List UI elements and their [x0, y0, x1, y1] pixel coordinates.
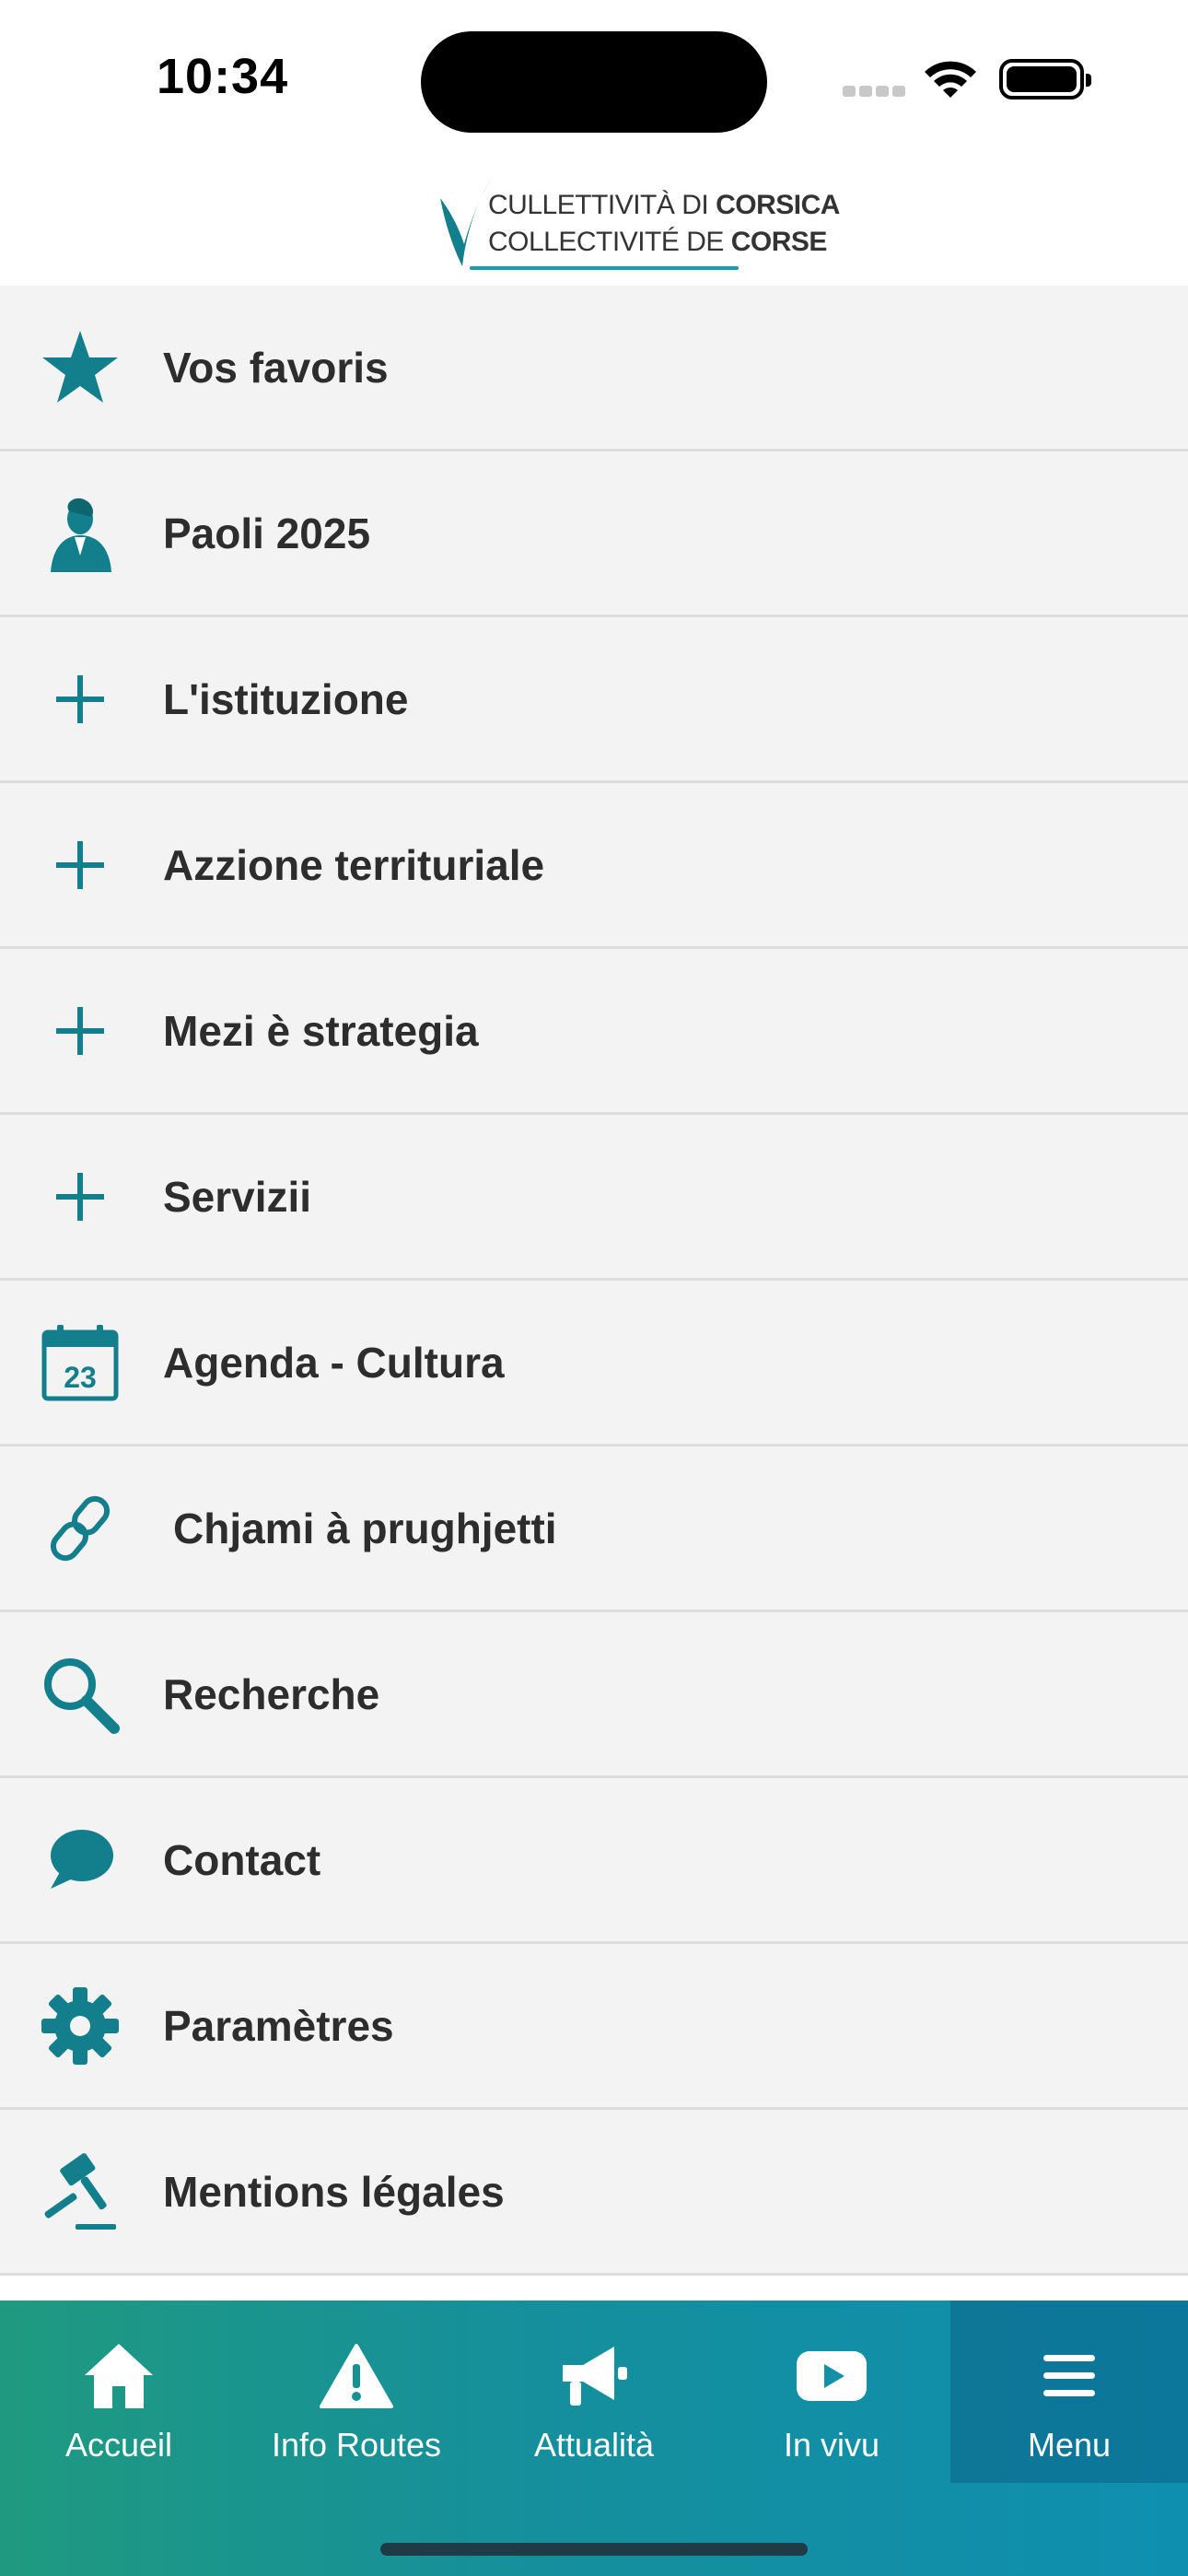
logo-line1-bold: CORSICA	[716, 190, 840, 220]
logo-line-2: COLLECTIVITÉ DE CORSE	[488, 224, 840, 261]
menu-item-label: Azzione territuriale	[163, 840, 545, 889]
tab-menu[interactable]: Menu	[950, 2301, 1188, 2483]
plus-icon	[39, 1155, 122, 1238]
menu-item-servizii[interactable]: Servizii	[0, 1115, 1188, 1281]
warning-icon	[320, 2339, 393, 2413]
battery-icon	[999, 59, 1091, 100]
menu-item-paoli-2025[interactable]: Paoli 2025	[0, 451, 1188, 617]
cellular-signal-icon	[843, 85, 909, 101]
menu-item-azzione-territuriale[interactable]: Azzione territuriale	[0, 783, 1188, 949]
plus-icon	[39, 658, 122, 741]
logo-line-1: CULLETTIVITÀ DI CORSICA	[488, 187, 840, 224]
tab-label: Info Routes	[271, 2426, 442, 2464]
plus-icon	[39, 824, 122, 907]
menu-item-label: Contact	[163, 1835, 321, 1884]
tab-label: Menu	[1027, 2426, 1112, 2464]
menu-item-label: Mentions légales	[163, 2167, 505, 2216]
menu-item-label: Agenda - Cultura	[163, 1338, 505, 1387]
home-indicator[interactable]	[380, 2543, 808, 2556]
logo-line2-light: COLLECTIVITÉ DE	[488, 227, 724, 257]
tab-accueil[interactable]: Accueil	[0, 2301, 238, 2483]
megaphone-icon	[557, 2339, 631, 2413]
menu-item-label: Chjami à prughjetti	[173, 1504, 557, 1552]
menu-item-mezi-strategia[interactable]: Mezi è strategia	[0, 949, 1188, 1115]
menu-item-label: Vos favoris	[163, 343, 389, 392]
tab-label: Accueil	[64, 2426, 173, 2464]
gavel-icon	[39, 2150, 122, 2233]
calendar-icon: 23	[39, 1321, 122, 1404]
plus-icon	[39, 989, 122, 1072]
tab-in-vivu[interactable]: In vivu	[713, 2301, 950, 2483]
collectivite-de-corse-logo: CULLETTIVITÀ DI CORSICA COLLECTIVITÉ DE …	[433, 170, 840, 272]
status-bar: 10:34	[0, 0, 1188, 157]
menu-item-recherche[interactable]: Recherche	[0, 1612, 1188, 1778]
dynamic-island	[421, 31, 767, 133]
wifi-icon	[925, 61, 976, 98]
search-icon	[39, 1653, 122, 1736]
side-menu-list: Vos favoris Paoli 2025 L'istituzione Azz…	[0, 286, 1188, 2276]
menu-item-favoris[interactable]: Vos favoris	[0, 286, 1188, 451]
tab-attualita[interactable]: Attualità	[475, 2301, 713, 2483]
logo-line1-light: CULLETTIVITÀ DI	[488, 190, 709, 220]
tab-info-routes[interactable]: Info Routes	[238, 2301, 475, 2483]
logo-underline	[470, 266, 739, 270]
tab-label: In vivu	[783, 2426, 880, 2464]
portrait-icon	[39, 492, 122, 575]
menu-item-contact[interactable]: Contact	[0, 1778, 1188, 1944]
status-time: 10:34	[157, 49, 289, 104]
link-icon	[39, 1487, 122, 1570]
play-icon	[795, 2339, 868, 2413]
tab-label: Attualità	[533, 2426, 655, 2464]
menu-item-parametres[interactable]: Paramètres	[0, 1944, 1188, 2110]
menu-item-label: Paoli 2025	[163, 509, 371, 557]
menu-item-label: L'istituzione	[163, 674, 409, 723]
menu-item-istituzione[interactable]: L'istituzione	[0, 617, 1188, 783]
menu-item-mentions-legales[interactable]: Mentions légales	[0, 2110, 1188, 2276]
menu-item-label: Mezi è strategia	[163, 1006, 479, 1055]
star-icon	[39, 326, 122, 409]
menu-item-label: Paramètres	[163, 2001, 394, 2050]
menu-item-chjami-prughjetti[interactable]: Chjami à prughjetti	[0, 1446, 1188, 1612]
bottom-tab-bar: Accueil Info Routes Attualità In vivu Me…	[0, 2301, 1188, 2576]
menu-item-label: Recherche	[163, 1669, 380, 1718]
speech-bubble-icon	[39, 1819, 122, 1902]
home-icon	[83, 2339, 155, 2413]
gear-icon	[39, 1985, 122, 2067]
hamburger-icon	[1042, 2339, 1097, 2413]
menu-item-agenda-cultura[interactable]: 23 Agenda - Cultura	[0, 1281, 1188, 1446]
calendar-day: 23	[64, 1361, 97, 1394]
logo-line2-bold: CORSE	[730, 227, 828, 257]
menu-item-label: Servizii	[163, 1172, 312, 1221]
